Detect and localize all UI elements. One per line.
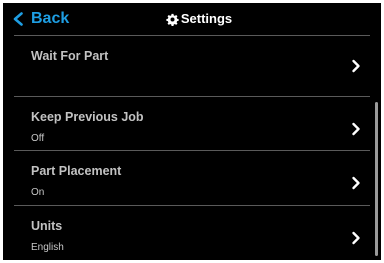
header-bar: Back Settings [3,3,381,33]
settings-item-keep-previous-job[interactable]: Keep Previous Job Off [14,97,370,157]
settings-screen: Back Settings Wait For Part Keep Previou… [3,3,381,260]
settings-item-label: Wait For Part [31,49,109,63]
scrollbar-thumb[interactable] [375,102,378,256]
page-title-text: Settings [180,11,233,26]
settings-item-units[interactable]: Units English [14,206,370,260]
settings-item-value: Off [31,133,45,144]
page-title: Settings [3,9,381,29]
settings-item-label: Part Placement [31,164,122,178]
settings-item-part-placement[interactable]: Part Placement On [14,151,370,211]
chevron-right-icon [351,122,361,136]
settings-item-wait-for-part[interactable]: Wait For Part [14,36,370,96]
chevron-right-icon [351,59,361,73]
chevron-right-icon [351,231,361,245]
settings-item-label: Units [31,219,63,233]
settings-list: Wait For Part Keep Previous Job Off Part… [14,35,370,260]
settings-item-value: English [31,242,64,253]
settings-item-label: Keep Previous Job [31,110,144,124]
settings-item-value: On [31,187,45,198]
chevron-right-icon [351,176,361,190]
gear-icon [166,13,179,26]
